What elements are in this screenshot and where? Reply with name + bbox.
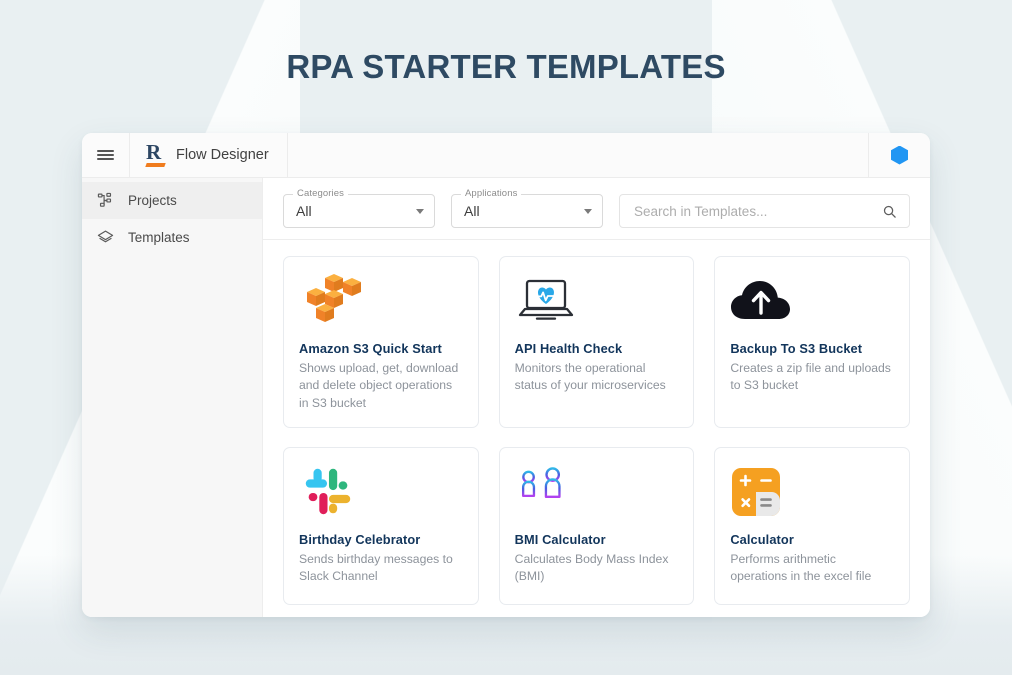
app-window: R Flow Designer Projects Templates Categ… — [82, 133, 930, 617]
categories-select-value: All — [296, 203, 312, 219]
templates-grid: Amazon S3 Quick Start Shows upload, get,… — [283, 256, 910, 605]
cloud-upload-icon — [730, 270, 894, 332]
search-input[interactable] — [632, 202, 882, 220]
page-title: RPA STARTER TEMPLATES — [286, 48, 726, 85]
template-card-title: Birthday Celebrator — [299, 531, 421, 547]
applications-select[interactable]: Applications All — [451, 188, 603, 228]
templates-scroll-area[interactable]: Amazon S3 Quick Start Shows upload, get,… — [263, 240, 930, 617]
rpa-logo-icon: R — [145, 140, 166, 167]
product-name: Flow Designer — [176, 147, 269, 163]
calculator-icon — [730, 461, 894, 523]
template-card[interactable]: Calculator Performs arithmetic operation… — [714, 446, 910, 605]
slack-icon — [299, 461, 463, 523]
sidebar-item-projects[interactable]: Projects — [82, 182, 262, 219]
logo-accent-bar — [145, 163, 166, 167]
template-card-description: Performs arithmetic operations in the ex… — [730, 551, 872, 584]
applications-select-value: All — [464, 203, 480, 219]
sidebar-item-templates[interactable]: Templates — [82, 219, 262, 256]
template-card-title: BMI Calculator — [514, 531, 606, 547]
template-card[interactable]: API Health Check Monitors the operationa… — [498, 256, 695, 428]
app-header-actions — [868, 133, 930, 177]
template-card[interactable]: Amazon S3 Quick Start Shows upload, get,… — [283, 256, 479, 428]
filters-toolbar: Categories All Applications All — [263, 178, 930, 240]
template-card-title: Calculator — [730, 531, 794, 547]
brand[interactable]: R Flow Designer — [130, 133, 288, 177]
categories-select[interactable]: Categories All — [283, 188, 435, 228]
chevron-down-icon — [584, 208, 592, 214]
hamburger-menu-icon[interactable] — [82, 133, 130, 177]
search-icon[interactable] — [882, 204, 897, 219]
layers-icon — [96, 228, 115, 247]
template-card-title: Amazon S3 Quick Start — [299, 341, 442, 356]
app-header-bar: R Flow Designer — [82, 133, 930, 178]
template-card-description: Creates a zip file and uploads to S3 buc… — [730, 361, 891, 393]
chevron-down-icon — [416, 208, 424, 214]
logo-letter: R — [146, 140, 161, 164]
template-card-title: Backup To S3 Bucket — [730, 341, 863, 356]
template-card-description: Calculates Body Mass Index (BMI) — [514, 551, 669, 584]
template-card[interactable]: Birthday Celebrator Sends birthday messa… — [283, 446, 479, 605]
sidebar-item-projects-label: Projects — [128, 193, 177, 208]
content-area: Categories All Applications All Search i… — [263, 178, 930, 617]
template-card-description: Sends birthday messages to Slack Channel — [299, 551, 453, 584]
app-header-spacer — [288, 133, 868, 177]
template-card-title: API Health Check — [514, 341, 623, 356]
aws-s3-cubes-icon — [299, 270, 463, 332]
two-people-measure-icon — [515, 461, 679, 523]
template-card-description: Monitors the operational status of your … — [514, 361, 666, 393]
sidebar: Projects Templates — [82, 178, 263, 617]
search-box[interactable] — [619, 194, 910, 228]
sidebar-item-templates-label: Templates — [128, 230, 190, 245]
categories-select-label: Categories — [293, 188, 348, 199]
app-body: Projects Templates Categories All Applic… — [82, 178, 930, 617]
template-card[interactable]: Backup To S3 Bucket Creates a zip file a… — [714, 256, 910, 428]
laptop-heartbeat-icon — [515, 270, 679, 332]
template-card-description: Shows upload, get, download and delete o… — [299, 361, 459, 410]
template-card[interactable]: BMI Calculator Calculates Body Mass Inde… — [498, 446, 695, 605]
applications-select-label: Applications — [461, 188, 522, 199]
hexagon-icon[interactable] — [891, 145, 908, 165]
hierarchy-icon — [96, 191, 115, 210]
